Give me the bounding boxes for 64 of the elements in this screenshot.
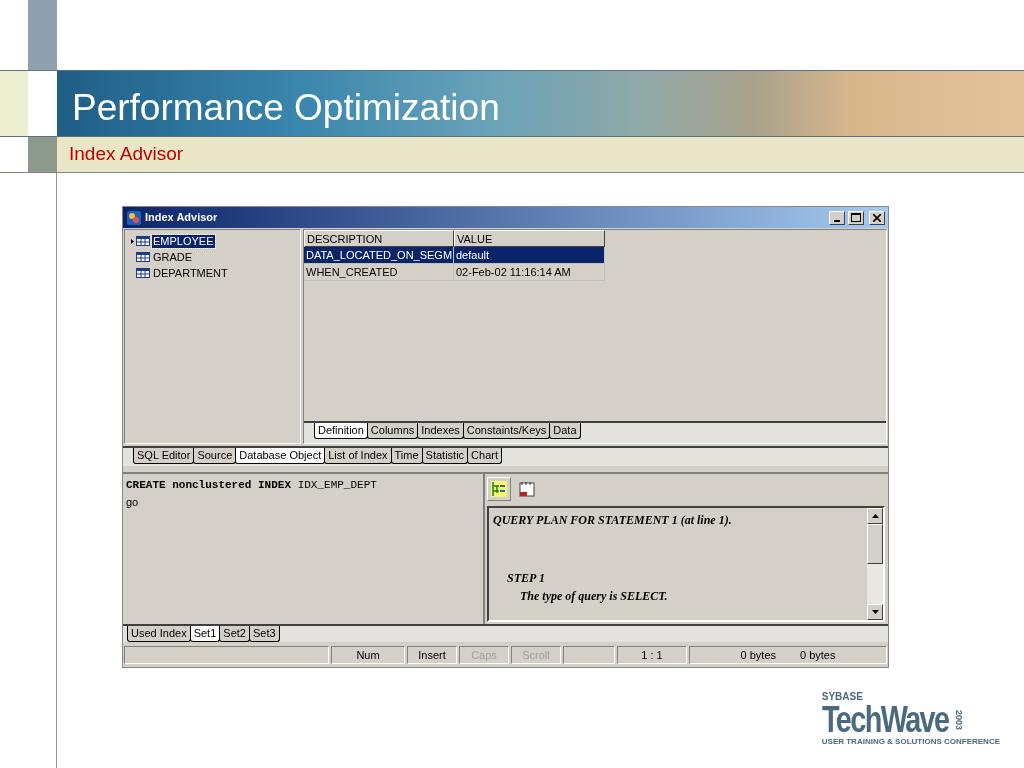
scroll-down-button[interactable] (867, 604, 883, 620)
status-text: 0 bytes (800, 647, 836, 663)
plan-line: The type of query is SELECT. (519, 588, 669, 605)
plan-tree-icon (491, 481, 507, 497)
tab[interactable]: Constaints/Keys (462, 423, 551, 439)
plan-line: QUERY PLAN FOR STATEMENT 1 (at line 1). (493, 512, 733, 529)
tab[interactable]: Statistic (421, 448, 469, 464)
tab[interactable]: Definition (314, 423, 368, 439)
table-cell: DATA_LOCATED_ON_SEGM (304, 247, 454, 264)
plan-line: STEP 1 (506, 570, 546, 587)
scroll-up-button[interactable] (867, 508, 883, 524)
tab[interactable]: Used Index (127, 626, 191, 642)
tree-item[interactable]: EMPLOYEE (152, 234, 215, 248)
tab[interactable]: List of Index (324, 448, 392, 464)
tab[interactable]: SQL Editor (133, 448, 195, 464)
corner-block (28, 0, 57, 70)
logo-year: 2003 (953, 710, 963, 730)
tab[interactable]: Time (390, 448, 423, 464)
table-icon (136, 268, 150, 278)
sql-editor[interactable]: CREATE nonclustered INDEX IDX_EMP_DEPT go (124, 474, 481, 624)
scroll-thumb[interactable] (867, 524, 883, 564)
up-arrow-icon (871, 514, 879, 518)
pointer-icon (131, 238, 134, 244)
tab[interactable]: Indexes (417, 423, 464, 439)
tree-item[interactable]: DEPARTMENT (152, 266, 229, 280)
tab[interactable]: Columns (366, 423, 419, 439)
tab[interactable]: Source (193, 448, 237, 464)
tab[interactable]: Data (549, 423, 581, 439)
logo-tagline: USER TRAINING & SOLUTIONS CONFERENCE (821, 738, 1000, 746)
tab[interactable]: Chart (467, 448, 502, 464)
column-header[interactable]: DESCRIPTION (304, 230, 454, 247)
status-panel: Insert (407, 646, 457, 664)
status-panel: Num (331, 646, 405, 664)
down-arrow-icon (871, 610, 879, 614)
table-icon (136, 252, 150, 262)
slide-subtitle: Index Advisor (69, 142, 184, 167)
close-button[interactable] (869, 210, 885, 225)
status-panel: 1 : 1 (617, 646, 687, 664)
table-cell: default (454, 247, 605, 264)
tree-item[interactable]: GRADE (152, 250, 194, 264)
maximize-icon (851, 213, 861, 222)
tab[interactable]: Database Object (235, 448, 326, 464)
window-title: Index Advisor (145, 210, 219, 226)
logo-wordmark: TechWave (821, 702, 949, 738)
close-icon (873, 213, 881, 222)
table-icon (136, 236, 150, 246)
app-icon (126, 209, 142, 226)
table-cell: WHEN_CREATED (304, 264, 454, 281)
calendar-icon (519, 481, 535, 497)
toolbar-button[interactable] (487, 477, 511, 501)
tab[interactable]: Set2 (219, 626, 250, 642)
slide-title: Performance Optimization (72, 89, 500, 126)
table-cell: 02-Feb-02 11:16:14 AM (454, 264, 605, 281)
maximize-button[interactable] (848, 210, 864, 225)
minimize-button[interactable] (829, 210, 845, 225)
status-text: 0 bytes (740, 647, 776, 663)
column-header[interactable]: VALUE (454, 230, 605, 247)
status-panel (563, 646, 615, 664)
minimize-icon (834, 219, 840, 222)
code-line: CREATE nonclustered INDEX IDX_EMP_DEPT (126, 478, 378, 493)
scrollbar[interactable] (867, 508, 883, 620)
tab[interactable]: Set3 (248, 626, 280, 642)
code-line: go (126, 494, 140, 510)
logo-brand: SYBASE (821, 692, 864, 702)
